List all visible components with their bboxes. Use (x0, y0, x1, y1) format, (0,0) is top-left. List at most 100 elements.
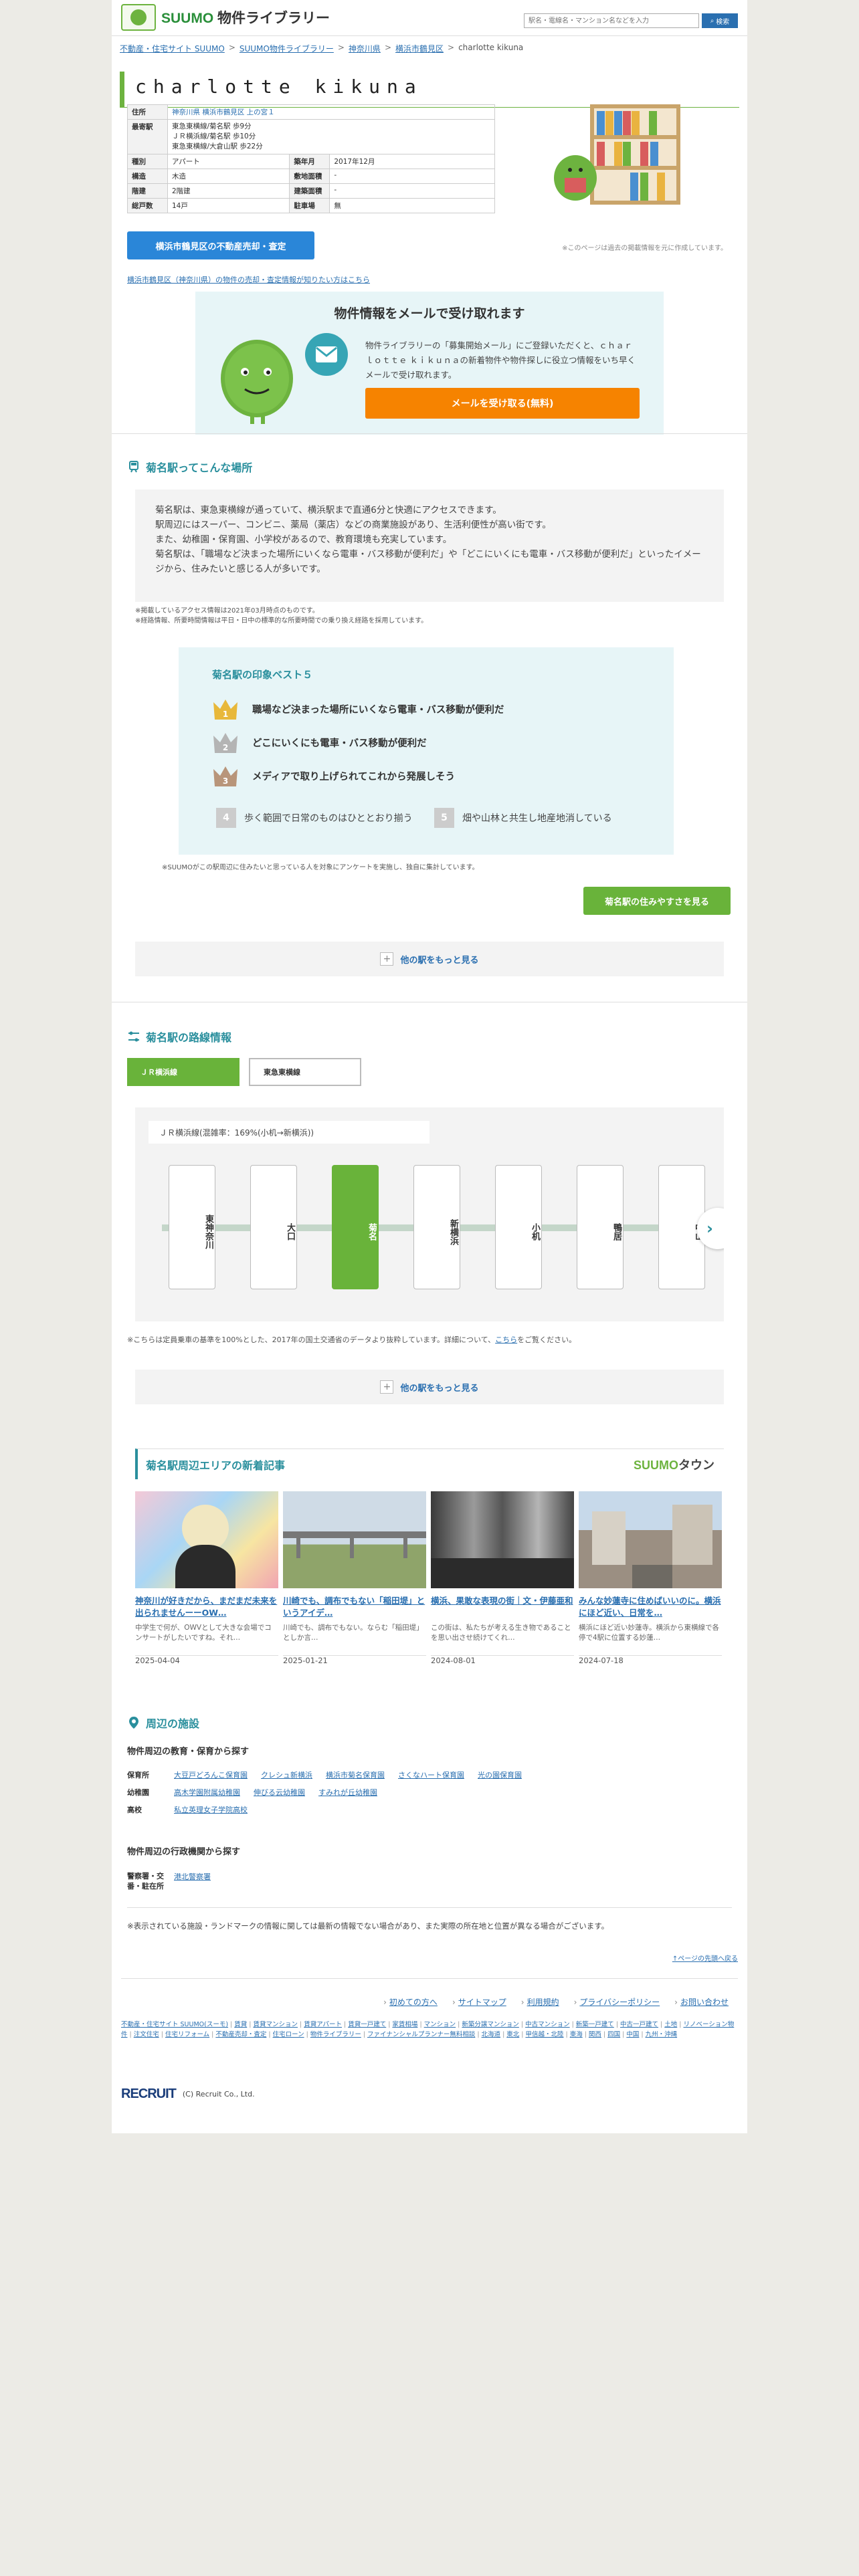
site-link[interactable]: 新築分譲マンション (462, 2021, 519, 2028)
news-headline[interactable]: 神奈川が好きだから、まだまだ未来を出られませんーーOW… (135, 1595, 278, 1619)
site-link[interactable]: 賃貸マンション (253, 2021, 298, 2028)
facility-link[interactable]: 伸びる云幼稚園 (254, 1787, 305, 1798)
news-card[interactable]: 川崎でも、調布でもない「稲田堤」というアイデ… 川崎でも、調布でもない。ならむ「… (283, 1491, 426, 1665)
footer-link[interactable]: サイトマップ (452, 1996, 506, 2008)
breadcrumb-current: charlotte kikuna (458, 43, 524, 52)
site-link[interactable]: 不動産・住宅サイト SUUMO(スーモ) (121, 2021, 228, 2028)
news-headline[interactable]: 川崎でも、調布でもない「稲田堤」というアイデ… (283, 1595, 426, 1619)
station-card[interactable]: 小机 (495, 1165, 542, 1289)
site-link[interactable]: 関西 (589, 2031, 601, 2038)
site-link[interactable]: 中国 (626, 2031, 639, 2038)
silver-crown-icon: 2 (213, 733, 237, 753)
site-link[interactable]: 甲信越・北陸 (525, 2031, 563, 2038)
breadcrumb-item[interactable]: 不動産・住宅サイト SUUMO (120, 43, 225, 54)
news-date: 2024-08-01 (431, 1655, 574, 1665)
footer-link[interactable]: 初めての方へ (383, 1996, 438, 2008)
sell-appraisal-button[interactable]: 横浜市鶴見区の不動産売却・査定 (127, 231, 314, 259)
site-link[interactable]: 注文住宅 (134, 2031, 159, 2038)
site-link[interactable]: 東海 (570, 2031, 583, 2038)
mail-signup-box: 物件情報をメールで受け取れます 物件ライブラリーの「募集開始メール」にご登録いた… (195, 292, 664, 435)
recruit-logo[interactable]: RECRUIT (C) Recruit Co., Ltd. (121, 2086, 255, 2102)
info-label: 住所 (127, 104, 168, 120)
facility-row: 幼稚園 高木学園附属幼稚園 伸びる云幼稚園 すみれが丘幼稚園 (127, 1787, 384, 1798)
site-link[interactable]: 物件ライブラリー (310, 2031, 361, 2038)
rank-number: 3 (223, 776, 228, 786)
back-to-top-link[interactable]: ↑ページの先頭へ戻る (672, 1953, 738, 1963)
livability-button[interactable]: 菊名駅の住みやすさを見る (583, 887, 731, 915)
site-link[interactable]: 東北 (506, 2031, 519, 2038)
news-headline[interactable]: みんな妙蓮寺に住めばいいのに。横浜にほど近い、日常を… (579, 1595, 722, 1619)
news-card[interactable]: 神奈川が好きだから、まだまだ未来を出られませんーーOW… 中学生で何が、OWVと… (135, 1491, 278, 1665)
news-card[interactable]: みんな妙蓮寺に住めばいいのに。横浜にほど近い、日常を… 横浜にほど近い妙蓮寺。横… (579, 1491, 722, 1665)
facility-row: 保育所 大豆戸どろんこ保育園 クレシュ新横浜 横浜市菊名保育園 さくなハート保育… (127, 1769, 529, 1780)
facility-link[interactable]: すみれが丘幼稚園 (318, 1787, 377, 1798)
site-links: 不動産・住宅サイト SUUMO(スーモ) | 賃貸 | 賃貸マンション | 賃貸アパート | 賃… (121, 2020, 737, 2040)
breadcrumb: 不動産・住宅サイト SUUMO > SUUMO物件ライブラリー > 神奈川県 > 横浜… (120, 43, 524, 54)
site-link[interactable]: 中古一戸建て (620, 2021, 658, 2028)
site-link[interactable]: 住宅ローン (273, 2031, 304, 2038)
facility-link[interactable]: クレシュ新横浜 (261, 1769, 312, 1780)
facility-link[interactable]: 高木学園附属幼稚園 (174, 1787, 240, 1798)
rank-item: 3 メディアで取り上げられてこれから発展しそう (211, 762, 455, 789)
separator: | (268, 2031, 271, 2038)
site-link[interactable]: 新築一戸建て (576, 2021, 614, 2028)
footer-link[interactable]: 利用規約 (521, 1996, 559, 2008)
suumo-logo[interactable]: SUUMO 物件ライブラリー (121, 4, 330, 31)
facility-link[interactable]: 光の園保育園 (478, 1769, 522, 1780)
facility-link[interactable]: さくなハート保育園 (398, 1769, 464, 1780)
divider (127, 1907, 732, 1908)
site-link[interactable]: 賃貸アパート (304, 2021, 342, 2028)
news-headline[interactable]: 横浜、果敢な表現の街｜文・伊藤亜和 (431, 1595, 574, 1619)
footer-link[interactable]: プライバシーポリシー (574, 1996, 660, 2008)
survey-note: ※SUUMOがこの駅周辺に住みたいと思っている人を対象にアンケートを実施し、独自… (162, 864, 479, 871)
rank-number: 5 (434, 808, 454, 828)
government-heading: 物件周辺の行政機関から探す (127, 1847, 241, 1857)
facility-link[interactable]: 港北警察署 (174, 1871, 211, 1891)
separator: | (615, 2021, 619, 2028)
sell-info-link[interactable]: 横浜市鶴見区（神奈川県）の物件の売却・査定情報が知りたい方はこちら (127, 274, 370, 285)
route-map: ＪＲ横浜線(混雑率：169%(小机→新横浜)) 東神奈川 大口 菊名 新横浜 小… (135, 1107, 724, 1321)
congestion-detail-link[interactable]: こちら (495, 1335, 517, 1344)
search-input[interactable] (524, 13, 699, 28)
site-link[interactable]: 賃貸一戸建て (348, 2021, 386, 2028)
site-link[interactable]: 家賃相場 (392, 2021, 417, 2028)
breadcrumb-item[interactable]: 横浜市鶴見区 (395, 43, 444, 54)
rank-item: 1 職場など決まった場所にいくなら電車・バス移動が便利だ (211, 695, 504, 722)
mail-subscribe-button[interactable]: メールを受け取る(無料) (365, 388, 640, 419)
site-link[interactable]: 中古マンション (525, 2021, 570, 2028)
separator: | (571, 2021, 574, 2028)
site-link[interactable]: 九州・沖縄 (646, 2031, 678, 2038)
site-link[interactable]: 住宅リフォーム (165, 2031, 209, 2038)
more-stations-button[interactable]: + 他の駅をもっと見る (135, 942, 724, 976)
site-link[interactable]: 不動産売却・査定 (215, 2031, 266, 2038)
station-card[interactable]: 大口 (250, 1165, 297, 1289)
suumo-town-logo[interactable]: SUUMOタウン (634, 1456, 714, 1473)
site-link[interactable]: 四国 (607, 2031, 620, 2038)
tab-jr-yokohama-line[interactable]: ＪＲ横浜線 (127, 1058, 240, 1086)
more-stations-button[interactable]: + 他の駅をもっと見る (135, 1370, 724, 1404)
info-value: アパート (167, 154, 290, 169)
footer-link[interactable]: お問い合わせ (674, 1996, 729, 2008)
station-card[interactable]: 新横浜 (413, 1165, 460, 1289)
site-link[interactable]: 賃貸 (234, 2021, 247, 2028)
logo-product: 物件ライブラリー (217, 11, 330, 26)
facility-link[interactable]: 私立英理女子学院高校 (174, 1804, 248, 1815)
station-card[interactable]: 東神奈川 (169, 1165, 215, 1289)
facility-link[interactable]: 横浜市菊名保育園 (326, 1769, 385, 1780)
station-card[interactable]: 鴨居 (577, 1165, 624, 1289)
breadcrumb-item[interactable]: 神奈川県 (349, 43, 381, 54)
site-link[interactable]: マンション (424, 2021, 456, 2028)
facility-link[interactable]: 大豆戸どろんこ保育園 (174, 1769, 248, 1780)
lines-section-title: 菊名駅の路線情報 (127, 1029, 231, 1045)
mail-icon (305, 333, 348, 376)
search-button[interactable]: ⌕ 検索 (702, 13, 738, 28)
news-card[interactable]: 横浜、果敢な表現の街｜文・伊藤亜和 この街は、私たちが考える生き物であることを思… (431, 1491, 574, 1665)
info-label: 最寄駅 (127, 119, 168, 154)
site-link[interactable]: 北海道 (482, 2031, 501, 2038)
site-link[interactable]: 土地 (664, 2021, 677, 2028)
site-link[interactable]: ファイナンシャルプランナー無料相談 (367, 2031, 475, 2038)
tab-tokyu-toyoko-line[interactable]: 東急東横線 (249, 1058, 361, 1086)
breadcrumb-item[interactable]: SUUMO物件ライブラリー (240, 43, 334, 54)
news-thumbnail (579, 1491, 722, 1588)
station-card-current[interactable]: 菊名 (332, 1165, 379, 1289)
